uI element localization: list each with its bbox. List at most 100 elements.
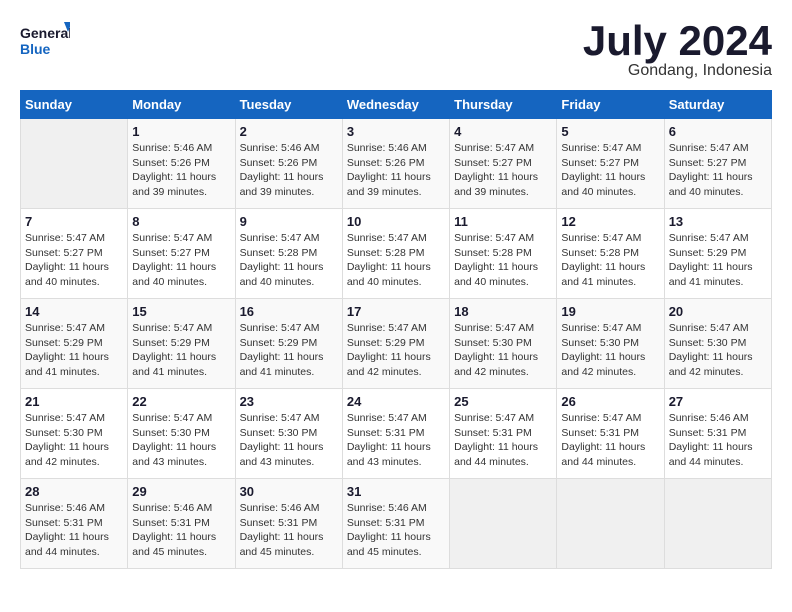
calendar-cell: 12 Sunrise: 5:47 AMSunset: 5:28 PMDayligh… (557, 209, 664, 299)
page-header: General Blue July 2024 Gondang, Indonesi… (20, 20, 772, 80)
calendar-cell (450, 479, 557, 569)
day-info: Sunrise: 5:47 AMSunset: 5:31 PMDaylight:… (561, 411, 659, 470)
day-number: 29 (132, 484, 230, 499)
week-row-2: 7Sunrise: 5:47 AMSunset: 5:27 PMDaylight… (21, 209, 772, 299)
day-number: 22 (132, 394, 230, 409)
day-number: 26 (561, 394, 659, 409)
day-info: Sunrise: 5:46 AMSunset: 5:31 PMDaylight:… (669, 411, 767, 470)
day-number: 25 (454, 394, 552, 409)
week-row-1: 1 Sunrise: 5:46 AMSunset: 5:26 PMDaylight… (21, 119, 772, 209)
calendar-cell: 21Sunrise: 5:47 AMSunset: 5:30 PMDayligh… (21, 389, 128, 479)
day-info: Sunrise: 5:47 AMSunset: 5:30 PMDaylight:… (561, 321, 659, 380)
calendar-cell: 20 Sunrise: 5:47 AMSunset: 5:30 PMDayligh… (664, 299, 771, 389)
day-info: Sunrise: 5:47 AMSunset: 5:28 PMDaylight:… (454, 231, 552, 290)
day-info: Sunrise: 5:47 AMSunset: 5:30 PMDaylight:… (240, 411, 338, 470)
day-info: Sunrise: 5:46 AMSunset: 5:31 PMDaylight:… (240, 501, 338, 560)
calendar-cell: 18 Sunrise: 5:47 AMSunset: 5:30 PMDayligh… (450, 299, 557, 389)
day-info: Sunrise: 5:47 AMSunset: 5:28 PMDaylight:… (561, 231, 659, 290)
day-info: Sunrise: 5:46 AMSunset: 5:26 PMDaylight:… (240, 141, 338, 200)
day-number: 19 (561, 304, 659, 319)
day-info: Sunrise: 5:47 AMSunset: 5:30 PMDaylight:… (669, 321, 767, 380)
calendar-cell (21, 119, 128, 209)
day-info: Sunrise: 5:47 AMSunset: 5:27 PMDaylight:… (669, 141, 767, 200)
day-number: 16 (240, 304, 338, 319)
day-number: 9 (240, 214, 338, 229)
day-number: 1 (132, 124, 230, 139)
weekday-header-friday: Friday (557, 91, 664, 119)
day-number: 30 (240, 484, 338, 499)
calendar-cell (664, 479, 771, 569)
logo: General Blue (20, 20, 70, 64)
day-number: 21 (25, 394, 123, 409)
day-info: Sunrise: 5:46 AMSunset: 5:26 PMDaylight:… (347, 141, 445, 200)
day-info: Sunrise: 5:47 AMSunset: 5:28 PMDaylight:… (240, 231, 338, 290)
weekday-header-sunday: Sunday (21, 91, 128, 119)
weekday-header-saturday: Saturday (664, 91, 771, 119)
calendar-cell: 17 Sunrise: 5:47 AMSunset: 5:29 PMDayligh… (342, 299, 449, 389)
calendar-cell: 7Sunrise: 5:47 AMSunset: 5:27 PMDaylight… (21, 209, 128, 299)
week-row-4: 21 Sunrise: 5:47 AMSunset: 5:30 PMDayligh… (21, 389, 772, 479)
calendar-cell: 8 Sunrise: 5:47 AMSunset: 5:27 PMDaylight… (128, 209, 235, 299)
day-number: 6 (669, 124, 767, 139)
calendar-cell (557, 479, 664, 569)
day-info: Sunrise: 5:47 AMSunset: 5:27 PMDaylight:… (132, 231, 230, 290)
weekday-header-thursday: Thursday (450, 91, 557, 119)
weekday-header-tuesday: Tuesday (235, 91, 342, 119)
logo-svg: General Blue (20, 20, 70, 64)
day-info: Sunrise: 5:47 AMSunset: 5:31 PMDaylight:… (454, 411, 552, 470)
day-number: 15 (132, 304, 230, 319)
calendar-cell: 26 Sunrise: 5:47 AMSunset: 5:31 PMDayligh… (557, 389, 664, 479)
svg-text:General: General (20, 25, 70, 41)
calendar-cell: 14Sunrise: 5:47 AMSunset: 5:29 PMDayligh… (21, 299, 128, 389)
day-number: 5 (561, 124, 659, 139)
day-info: Sunrise: 5:46 AMSunset: 5:31 PMDaylight:… (132, 501, 230, 560)
calendar-cell: 11 Sunrise: 5:47 AMSunset: 5:28 PMDayligh… (450, 209, 557, 299)
title-block: July 2024 Gondang, Indonesia (583, 20, 772, 80)
calendar-cell: 27 Sunrise: 5:46 AMSunset: 5:31 PMDayligh… (664, 389, 771, 479)
calendar-cell: 4Sunrise: 5:47 AMSunset: 5:27 PMDaylight… (450, 119, 557, 209)
week-row-3: 14Sunrise: 5:47 AMSunset: 5:29 PMDayligh… (21, 299, 772, 389)
day-number: 3 (347, 124, 445, 139)
calendar-cell: 13Sunrise: 5:47 AMSunset: 5:29 PMDayligh… (664, 209, 771, 299)
day-number: 18 (454, 304, 552, 319)
day-info: Sunrise: 5:47 AMSunset: 5:29 PMDaylight:… (669, 231, 767, 290)
day-number: 8 (132, 214, 230, 229)
day-number: 24 (347, 394, 445, 409)
calendar-cell: 23 Sunrise: 5:47 AMSunset: 5:30 PMDayligh… (235, 389, 342, 479)
day-number: 31 (347, 484, 445, 499)
calendar-cell: 19 Sunrise: 5:47 AMSunset: 5:30 PMDayligh… (557, 299, 664, 389)
day-info: Sunrise: 5:47 AMSunset: 5:29 PMDaylight:… (25, 321, 123, 380)
day-number: 10 (347, 214, 445, 229)
day-info: Sunrise: 5:47 AMSunset: 5:27 PMDaylight:… (454, 141, 552, 200)
day-number: 27 (669, 394, 767, 409)
day-info: Sunrise: 5:46 AMSunset: 5:31 PMDaylight:… (347, 501, 445, 560)
calendar-table: SundayMondayTuesdayWednesdayThursdayFrid… (20, 90, 772, 569)
day-number: 12 (561, 214, 659, 229)
calendar-cell: 9 Sunrise: 5:47 AMSunset: 5:28 PMDaylight… (235, 209, 342, 299)
day-info: Sunrise: 5:46 AMSunset: 5:31 PMDaylight:… (25, 501, 123, 560)
day-number: 2 (240, 124, 338, 139)
day-info: Sunrise: 5:47 AMSunset: 5:30 PMDaylight:… (454, 321, 552, 380)
calendar-cell: 1 Sunrise: 5:46 AMSunset: 5:26 PMDaylight… (128, 119, 235, 209)
day-info: Sunrise: 5:47 AMSunset: 5:28 PMDaylight:… (347, 231, 445, 290)
day-info: Sunrise: 5:47 AMSunset: 5:29 PMDaylight:… (132, 321, 230, 380)
day-number: 17 (347, 304, 445, 319)
day-number: 23 (240, 394, 338, 409)
calendar-cell: 28Sunrise: 5:46 AMSunset: 5:31 PMDayligh… (21, 479, 128, 569)
svg-text:Blue: Blue (20, 41, 51, 57)
calendar-cell: 31 Sunrise: 5:46 AMSunset: 5:31 PMDayligh… (342, 479, 449, 569)
calendar-cell: 15 Sunrise: 5:47 AMSunset: 5:29 PMDayligh… (128, 299, 235, 389)
day-number: 20 (669, 304, 767, 319)
calendar-cell: 10 Sunrise: 5:47 AMSunset: 5:28 PMDayligh… (342, 209, 449, 299)
location: Gondang, Indonesia (583, 62, 772, 80)
day-number: 11 (454, 214, 552, 229)
calendar-cell: 3 Sunrise: 5:46 AMSunset: 5:26 PMDaylight… (342, 119, 449, 209)
day-info: Sunrise: 5:47 AMSunset: 5:29 PMDaylight:… (347, 321, 445, 380)
week-row-5: 28Sunrise: 5:46 AMSunset: 5:31 PMDayligh… (21, 479, 772, 569)
day-info: Sunrise: 5:46 AMSunset: 5:26 PMDaylight:… (132, 141, 230, 200)
weekday-header-wednesday: Wednesday (342, 91, 449, 119)
calendar-cell: 2 Sunrise: 5:46 AMSunset: 5:26 PMDaylight… (235, 119, 342, 209)
month-title: July 2024 (583, 20, 772, 62)
calendar-cell: 16Sunrise: 5:47 AMSunset: 5:29 PMDayligh… (235, 299, 342, 389)
day-info: Sunrise: 5:47 AMSunset: 5:31 PMDaylight:… (347, 411, 445, 470)
